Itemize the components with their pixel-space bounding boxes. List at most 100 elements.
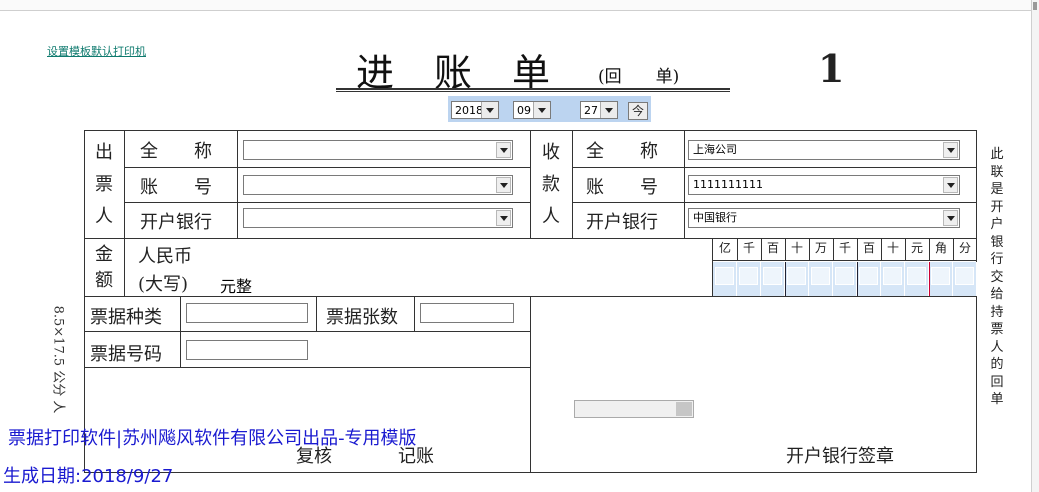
software-credit: 票据打印软件|苏州飚风软件有限公司出品-专用模版 (8, 428, 417, 449)
chevron-down-icon (496, 177, 511, 193)
digit-cell[interactable] (833, 262, 857, 296)
grid-line (530, 296, 531, 473)
scrollbar-thumb[interactable] (1033, 2, 1037, 10)
amount-uppercase-label: (大写) (138, 274, 189, 295)
grid-line (761, 238, 762, 260)
combo-value: 上海公司 (693, 143, 737, 156)
day-select[interactable]: 27 (580, 101, 618, 119)
chevron-down-icon (600, 102, 617, 118)
grid-line (572, 167, 976, 168)
grid-line (809, 238, 810, 260)
grid-line (905, 238, 906, 260)
digit-cell[interactable] (929, 262, 953, 296)
side-note-char: 人 (990, 339, 1004, 355)
paper-size-note: 8.5×17.5 公分 人 (40, 300, 80, 430)
grid-line (572, 130, 573, 238)
digit-cell[interactable] (785, 262, 809, 296)
grid-line (785, 238, 786, 260)
slider-thumb[interactable] (676, 402, 692, 416)
drawer-label-char: 出 (95, 142, 113, 163)
amount-label-char: 额 (95, 270, 113, 291)
vertical-scrollbar[interactable] (1031, 0, 1039, 492)
grid-line (124, 167, 530, 168)
digit-header: 元 (910, 241, 923, 255)
drawer-account-combo[interactable] (243, 175, 513, 195)
grid-line (124, 202, 530, 203)
digit-cell[interactable] (905, 262, 929, 296)
side-note-char: 户 (990, 217, 1004, 232)
digit-cell[interactable] (713, 262, 737, 296)
scroll-slider[interactable] (574, 400, 694, 418)
digit-cell-input[interactable] (931, 267, 950, 285)
today-button[interactable]: 今 (628, 102, 648, 120)
bill-type-label: 票据种类 (90, 307, 162, 328)
payee-bank-combo[interactable]: 中国银行 (688, 208, 960, 228)
set-default-printer-link[interactable]: 设置模板默认打印机 (47, 43, 146, 59)
grid-line (237, 130, 238, 238)
payee-label-char: 收 (542, 142, 560, 163)
grid-line (84, 331, 530, 332)
paper-size-text: 8.5×17.5 公分 人 (50, 305, 66, 414)
side-note-char: 行 (990, 252, 1004, 267)
amount-currency-label: 人民币 (138, 246, 192, 267)
side-note-char: 联 (990, 164, 1004, 180)
side-note-char: 给 (990, 287, 1004, 302)
combo-value: 1111111111 (693, 178, 763, 191)
payee-full-name-combo[interactable]: 上海公司 (688, 140, 960, 160)
digit-cell-input[interactable] (763, 267, 782, 285)
digit-cell-input[interactable] (811, 267, 830, 285)
bill-type-input[interactable] (186, 303, 308, 323)
amount-label-char: 金 (95, 244, 113, 265)
grid-line (881, 238, 882, 260)
side-note-char: 交 (990, 269, 1004, 285)
grid-line (929, 238, 930, 260)
side-note-char: 持 (990, 304, 1004, 320)
side-note-char: 银 (990, 234, 1004, 250)
payee-vertical-label: 收 款 人 (541, 137, 561, 233)
amount-uppercase-value: 元整 (220, 277, 253, 296)
digit-cell[interactable] (857, 262, 881, 296)
bill-number-input[interactable] (186, 340, 308, 360)
digit-separator (857, 262, 858, 296)
year-select[interactable]: 2018 (451, 101, 499, 119)
drawer-bank-combo[interactable] (243, 208, 513, 228)
digit-cell[interactable] (881, 262, 905, 296)
digit-cell[interactable] (809, 262, 833, 296)
amount-vertical-label: 金 额 (94, 242, 114, 294)
digit-cell-input[interactable] (787, 267, 806, 285)
digit-cell-input[interactable] (835, 267, 854, 285)
digit-cell[interactable] (953, 262, 977, 296)
form-border-left (84, 130, 85, 473)
digit-cell-input[interactable] (883, 267, 902, 285)
payee-bank-label: 开户银行 (586, 212, 658, 233)
title-underline (336, 88, 730, 90)
window-top-border (0, 0, 1039, 11)
form-border-right (976, 130, 977, 473)
payee-full-name-label: 全 称 (586, 141, 658, 162)
payee-label-char: 人 (542, 206, 560, 227)
digit-cell-input[interactable] (907, 267, 926, 285)
grid-line (316, 296, 317, 331)
grid-line (833, 238, 834, 260)
drawer-account-label: 账 号 (140, 177, 212, 198)
digit-cell-input[interactable] (955, 267, 974, 285)
grid-line (414, 296, 415, 331)
digit-cell-input[interactable] (715, 267, 734, 285)
digit-cell[interactable] (737, 262, 761, 296)
bill-number-label: 票据号码 (90, 344, 162, 365)
drawer-full-name-combo[interactable] (243, 140, 513, 160)
digit-separator (785, 262, 786, 296)
payee-account-label: 账 号 (586, 177, 658, 198)
drawer-vertical-label: 出 票 人 (94, 137, 114, 233)
digit-separator (929, 262, 930, 296)
year-value: 2018 (455, 104, 483, 117)
digit-cell-input[interactable] (739, 267, 758, 285)
grid-line (737, 238, 738, 260)
digit-header: 百 (862, 241, 875, 255)
digit-cell[interactable] (761, 262, 785, 296)
digit-cell-input[interactable] (859, 267, 878, 285)
payee-account-combo[interactable]: 1111111111 (688, 175, 960, 195)
bill-count-input[interactable] (420, 303, 514, 323)
month-select[interactable]: 09 (513, 101, 551, 119)
copy-number: 1 (818, 46, 845, 91)
